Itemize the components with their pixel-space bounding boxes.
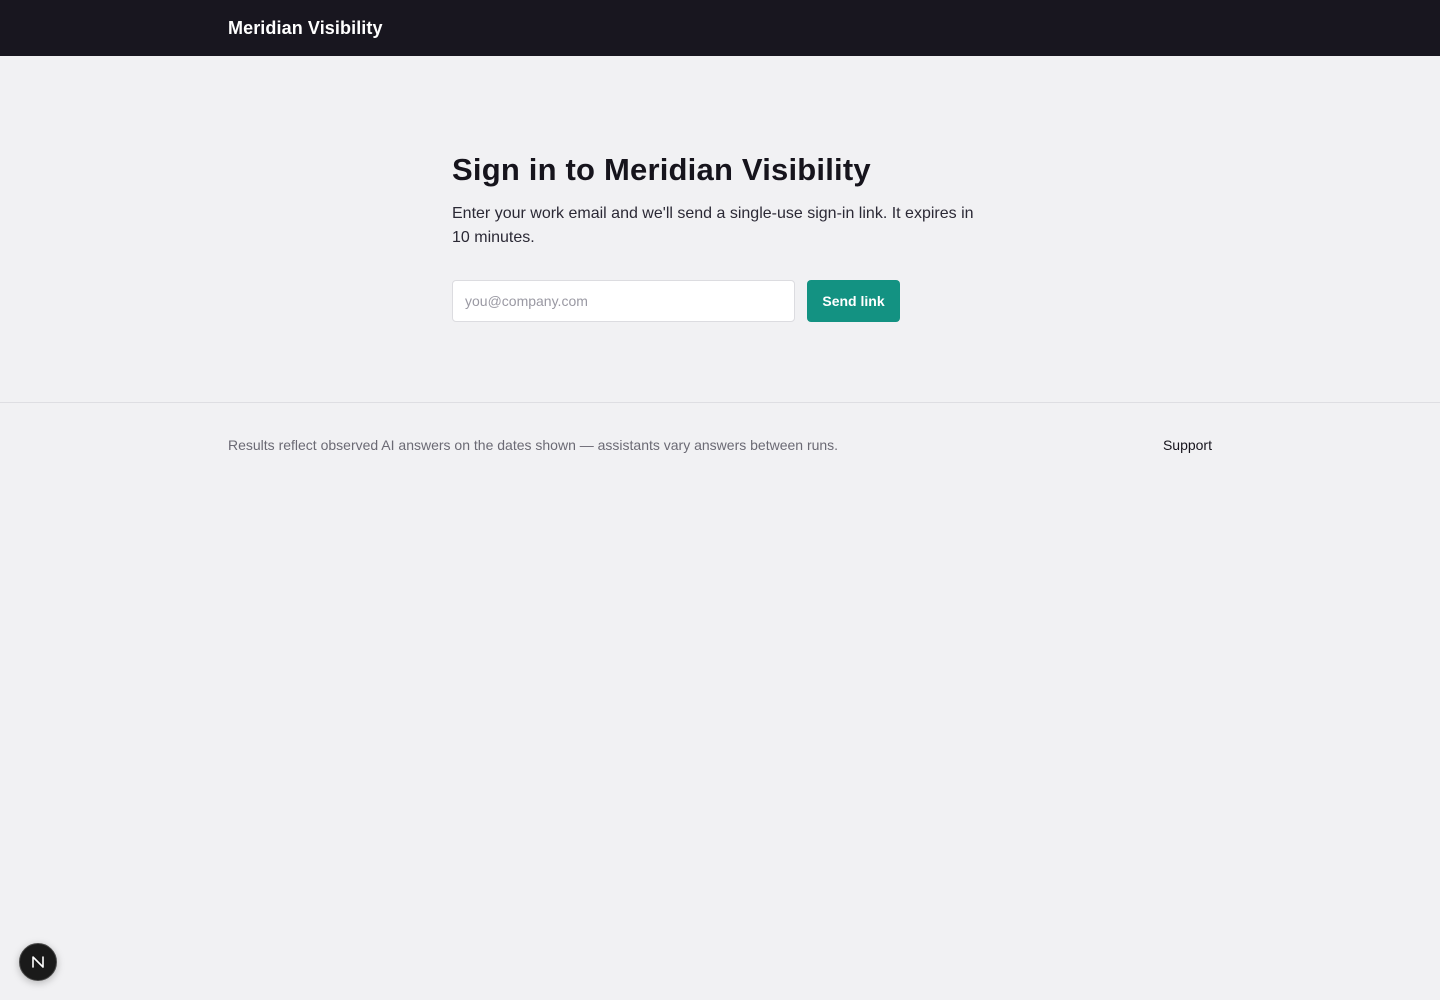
- dev-tools-button[interactable]: [19, 943, 57, 981]
- page-title: Sign in to Meridian Visibility: [452, 152, 871, 187]
- signin-description: Enter your work email and we'll send a s…: [452, 205, 974, 246]
- signin-form: Send link: [452, 280, 900, 322]
- signin-panel: Sign in to Meridian Visibility Enter you…: [452, 150, 992, 250]
- email-field[interactable]: [452, 280, 795, 322]
- top-bar: Meridian Visibility: [0, 0, 1440, 56]
- n-logo-icon: [32, 956, 44, 968]
- footer-divider: [0, 402, 1440, 403]
- footer-disclaimer: Results reflect observed AI answers on t…: [228, 437, 839, 453]
- send-link-button[interactable]: Send link: [807, 280, 900, 322]
- brand-name[interactable]: Meridian Visibility: [228, 16, 383, 40]
- support-link[interactable]: Support: [1163, 436, 1212, 454]
